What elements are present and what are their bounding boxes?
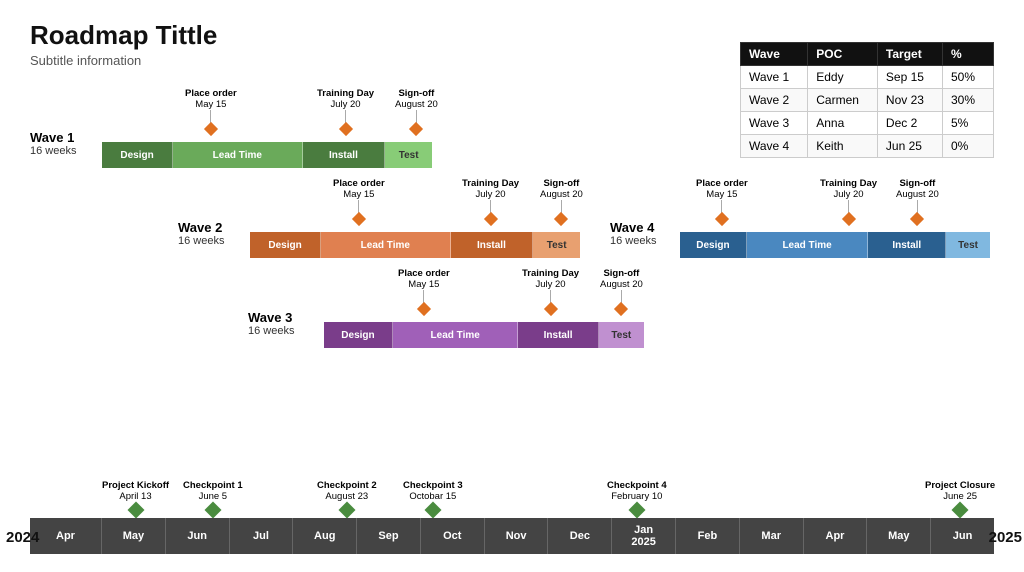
wave1-bar: Design Lead Time Install Test [102, 142, 432, 168]
year-2025: 2025 [989, 529, 1022, 546]
wave1-seg-design: Design [102, 142, 173, 168]
col-percent: % [942, 43, 993, 66]
wave1-seg-lead: Lead Time [173, 142, 302, 168]
wave3-seg-design: Design [324, 322, 393, 348]
wave3-milestone-3: Sign-off August 20 [600, 268, 643, 314]
wave3-bar: Design Lead Time Install Test [324, 322, 644, 348]
year-2024: 2024 [6, 529, 39, 546]
wave4-milestone-1: Place order May 15 [696, 178, 748, 224]
w1m2-label: Training Day [317, 88, 374, 99]
axis-milestones-row: Project Kickoff April 13 Checkpoint 1 Ju… [30, 480, 994, 516]
month-apr-2: Apr [804, 518, 868, 554]
wave2-milestone-2: Training Day July 20 [462, 178, 519, 224]
month-oct: Oct [421, 518, 485, 554]
month-mar: Mar [740, 518, 804, 554]
page: Roadmap Tittle Subtitle information Wave… [0, 0, 1024, 572]
month-axis: 2024 2025 Apr May Jun Jul Aug Sep Oct No… [30, 518, 994, 554]
w1m3-date: August 20 [395, 99, 438, 110]
wave1-milestone-3: Sign-off August 20 [395, 88, 438, 134]
month-jul: Jul [230, 518, 294, 554]
wave4-milestone-3: Sign-off August 20 [896, 178, 939, 224]
wave3-seg-test: Test [599, 322, 644, 348]
col-wave: Wave [740, 43, 807, 66]
wave1-seg-test: Test [385, 142, 432, 168]
wave4-weeks: 16 weeks [610, 235, 678, 247]
wave2-seg-lead: Lead Time [321, 232, 450, 258]
month-nov: Nov [485, 518, 549, 554]
w1m1-date: May 15 [195, 99, 226, 110]
milestone-cp3: Checkpoint 3 Octobar 15 [403, 480, 463, 516]
wave4-milestone-2: Training Day July 20 [820, 178, 877, 224]
table-cell: Eddy [808, 66, 878, 89]
wave2-milestone-1: Place order May 15 [333, 178, 385, 224]
wave4-seg-lead: Lead Time [747, 232, 869, 258]
milestone-cp2: Checkpoint 2 August 23 [317, 480, 377, 516]
col-target: Target [877, 43, 942, 66]
wave1-seg-install: Install [303, 142, 386, 168]
page-subtitle: Subtitle information [30, 53, 217, 68]
wave2-weeks: 16 weeks [178, 235, 246, 247]
wave4-seg-design: Design [680, 232, 747, 258]
wave2-bar: Design Lead Time Install Test [250, 232, 580, 258]
wave1-weeks: 16 weeks [30, 145, 98, 157]
wave2-label: Wave 2 [178, 220, 246, 235]
wave1-label: Wave 1 [30, 130, 98, 145]
wave1-milestone-1: Place order May 15 [185, 88, 237, 134]
wave1-milestone-2: Training Day July 20 [317, 88, 374, 134]
month-apr-1: Apr [30, 518, 102, 554]
month-aug: Aug [293, 518, 357, 554]
wave3-label: Wave 3 [248, 310, 316, 325]
wave4-seg-install: Install [868, 232, 946, 258]
header: Roadmap Tittle Subtitle information [30, 20, 217, 68]
month-dec: Dec [548, 518, 612, 554]
table-cell: Sep 15 [877, 66, 942, 89]
month-sep: Sep [357, 518, 421, 554]
wave4-bar: Design Lead Time Install Test [680, 232, 990, 258]
page-title: Roadmap Tittle [30, 20, 217, 51]
wave3-seg-install: Install [518, 322, 598, 348]
wave2-seg-test: Test [533, 232, 580, 258]
col-poc: POC [808, 43, 878, 66]
month-may-2: May [867, 518, 931, 554]
month-may-1: May [102, 518, 166, 554]
wave3-milestone-1: Place order May 15 [398, 268, 450, 314]
wave2-seg-install: Install [451, 232, 534, 258]
month-jun-1: Jun [166, 518, 230, 554]
table-cell: 50% [942, 66, 993, 89]
wave4-seg-test: Test [946, 232, 990, 258]
month-jan-2025: Jan2025 [612, 518, 676, 554]
wave3-milestone-2: Training Day July 20 [522, 268, 579, 314]
w1m1-label: Place order [185, 88, 237, 99]
table-cell: Wave 1 [740, 66, 807, 89]
milestone-cp4: Checkpoint 4 February 10 [607, 480, 667, 516]
milestone-closure: Project Closure June 25 [925, 480, 995, 516]
wave3-weeks: 16 weeks [248, 325, 316, 337]
wave2-milestone-3: Sign-off August 20 [540, 178, 583, 224]
wave4-label: Wave 4 [610, 220, 678, 235]
month-jun-2: Jun [931, 518, 994, 554]
month-feb: Feb [676, 518, 740, 554]
milestone-cp1: Checkpoint 1 June 5 [183, 480, 243, 516]
wave2-seg-design: Design [250, 232, 321, 258]
w1m2-date: July 20 [330, 99, 360, 110]
wave3-seg-lead: Lead Time [393, 322, 519, 348]
w1m3-label: Sign-off [398, 88, 434, 99]
milestone-kickoff: Project Kickoff April 13 [102, 480, 169, 516]
